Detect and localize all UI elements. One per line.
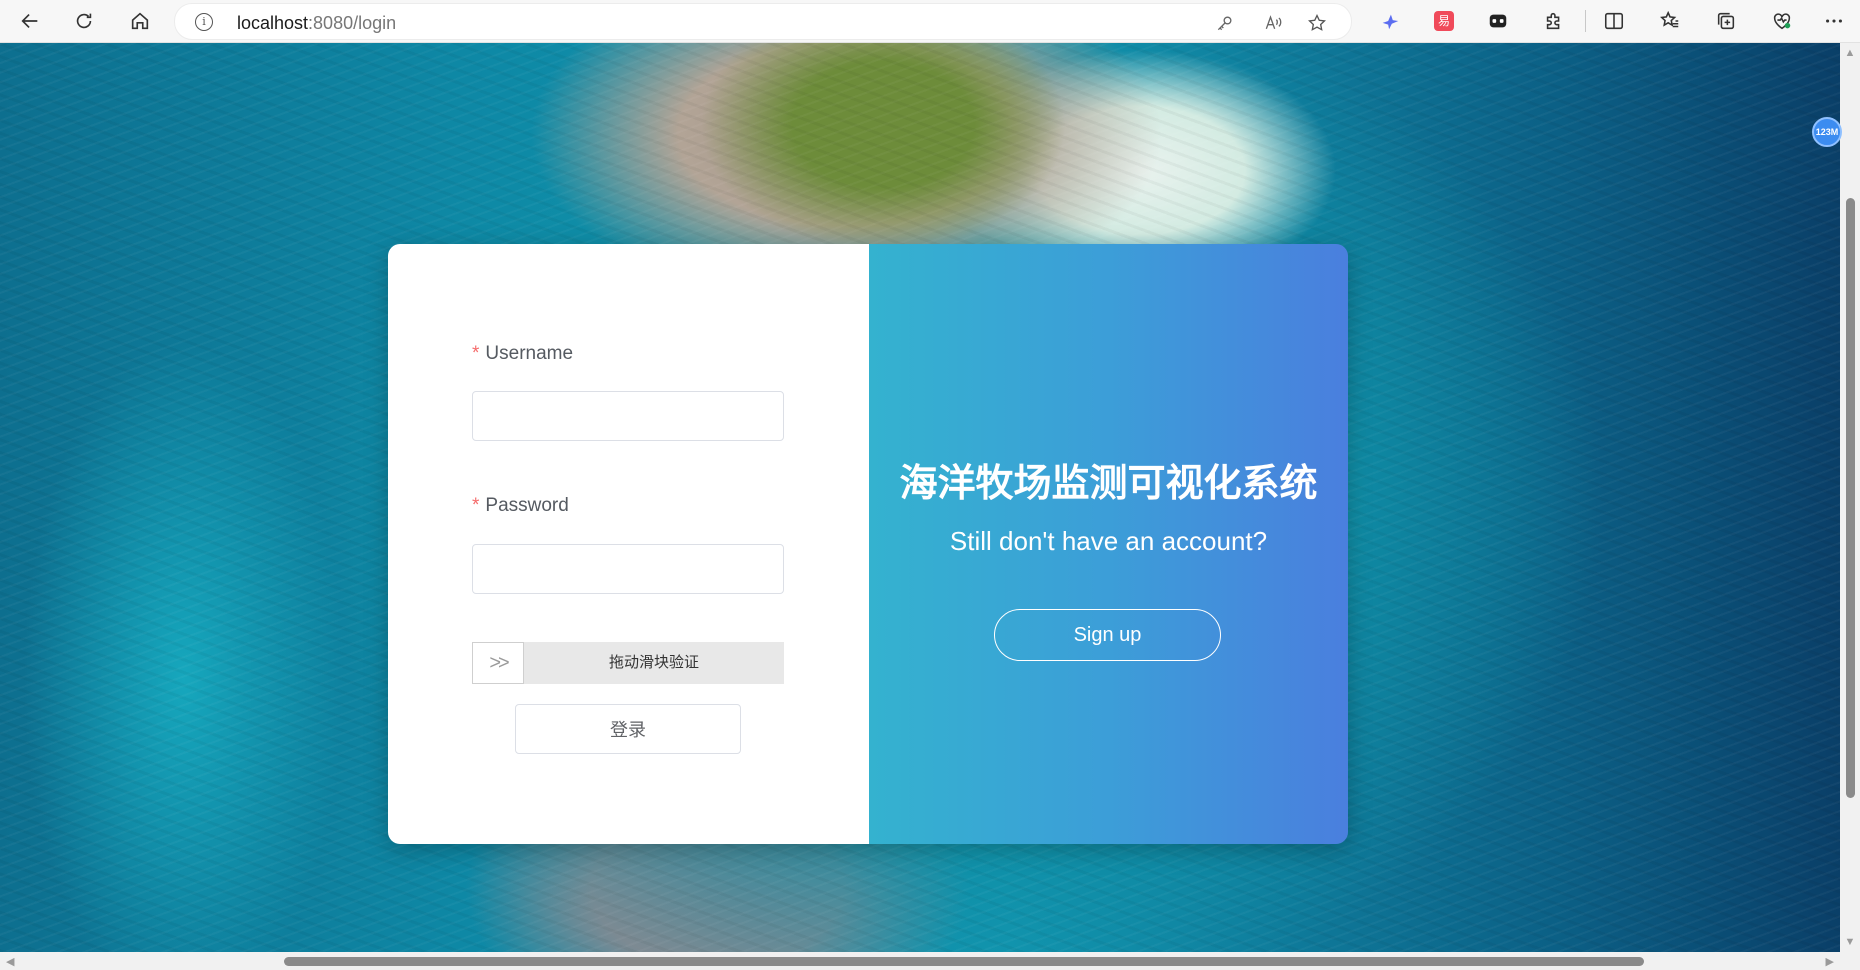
- url-host: localhost: [237, 13, 309, 33]
- key-icon[interactable]: [1211, 9, 1239, 37]
- register-panel: 海洋牧场监测可视化系统 Still don't have an account?…: [869, 244, 1348, 844]
- scroll-down-icon[interactable]: ▼: [1844, 936, 1856, 948]
- favorites-icon[interactable]: [1654, 5, 1686, 37]
- extension-badge: 易: [1434, 11, 1454, 31]
- memory-badge[interactable]: 123M: [1812, 117, 1842, 147]
- url-text[interactable]: localhost:8080/login: [237, 13, 396, 34]
- home-icon[interactable]: [124, 5, 156, 37]
- signup-button[interactable]: Sign up: [994, 609, 1221, 661]
- more-icon[interactable]: [1818, 5, 1850, 37]
- register-prompt: Still don't have an account?: [949, 526, 1268, 556]
- address-bar[interactable]: i localhost:8080/login: [174, 3, 1352, 40]
- slider-handle[interactable]: >>: [472, 642, 524, 684]
- info-icon[interactable]: i: [195, 13, 213, 31]
- slider-captcha[interactable]: >> 拖动滑块验证: [472, 642, 784, 684]
- read-aloud-icon[interactable]: [1259, 9, 1287, 37]
- url-path: :8080/login: [308, 13, 397, 33]
- page-background: * Username * Password >> 拖动滑块验证 登录 海洋牧场监测可…: [0, 43, 1840, 952]
- slider-hint: 拖动滑块验证: [608, 654, 699, 671]
- browser-toolbar: i localhost:8080/login 易: [0, 0, 1860, 43]
- login-card: * Username * Password >> 拖动滑块验证 登录 海洋牧场监测可…: [388, 244, 1348, 844]
- collections-icon[interactable]: [1710, 5, 1742, 37]
- extension-mask-icon[interactable]: [1482, 5, 1514, 37]
- horizontal-scroll-thumb[interactable]: [284, 957, 1644, 966]
- username-input[interactable]: [472, 391, 784, 441]
- username-label-text: Username: [485, 343, 574, 364]
- scrollbar-corner: [1840, 952, 1860, 970]
- reload-icon[interactable]: [68, 5, 100, 37]
- back-arrow-icon[interactable]: [14, 5, 46, 37]
- extension-red-icon[interactable]: 易: [1428, 5, 1460, 37]
- extensions-puzzle-icon[interactable]: [1538, 5, 1570, 37]
- scroll-left-icon[interactable]: ◀: [6, 955, 14, 968]
- extension-bird-icon[interactable]: [1374, 5, 1406, 37]
- performance-icon[interactable]: [1766, 5, 1798, 37]
- login-button[interactable]: 登录: [515, 704, 741, 754]
- password-label: * Password: [472, 495, 569, 517]
- split-screen-icon[interactable]: [1598, 5, 1630, 37]
- scroll-up-icon[interactable]: ▲: [1844, 47, 1856, 59]
- username-label: * Username: [472, 343, 573, 365]
- toolbar-separator: [1585, 10, 1586, 32]
- vertical-scrollbar[interactable]: ▲ ▼: [1840, 43, 1860, 952]
- system-title: 海洋牧场监测可视化系统: [899, 463, 1318, 505]
- password-label-text: Password: [485, 495, 569, 516]
- login-form: * Username * Password >> 拖动滑块验证 登录: [388, 244, 869, 844]
- required-mark: *: [472, 343, 480, 364]
- password-input[interactable]: [472, 544, 784, 594]
- required-mark: *: [472, 495, 480, 516]
- double-chevron-right-icon: >>: [489, 651, 509, 674]
- scroll-right-icon[interactable]: ▶: [1826, 955, 1834, 968]
- star-icon[interactable]: [1303, 9, 1331, 37]
- horizontal-scrollbar[interactable]: ◀ ▶: [0, 952, 1840, 970]
- vertical-scroll-thumb[interactable]: [1846, 198, 1855, 798]
